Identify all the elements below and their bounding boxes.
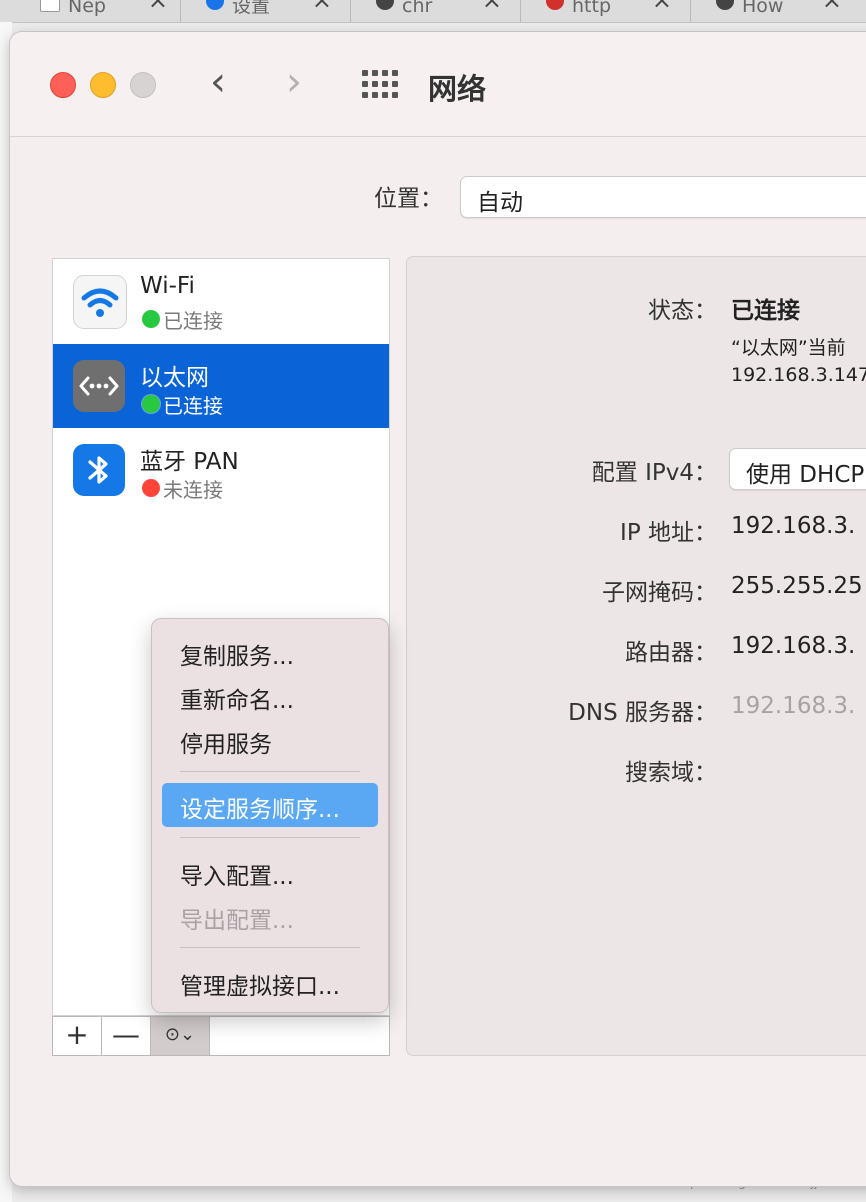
menu-item-export-configurations: 导出配置... — [180, 908, 294, 934]
menu-item-set-service-order[interactable]: 设定服务顺序... — [162, 783, 378, 827]
action-menu-button[interactable]: ⊙⌄ — [151, 1017, 210, 1055]
minimize-window-button[interactable] — [90, 72, 116, 98]
location-select[interactable]: 自动 — [460, 176, 866, 218]
subnet-mask-label: 子网掩码： — [602, 580, 717, 606]
tab-divider — [180, 0, 181, 22]
status-dot — [142, 479, 160, 497]
status-note: “以太网”当前 — [731, 337, 846, 359]
dns-server-value: 192.168.3. — [731, 693, 856, 719]
browser-tab-strip: Nep × 设置 × chr × http × How × — [0, 0, 866, 23]
configure-ipv4-value: 使用 DHCP — [746, 462, 865, 488]
menu-item-duplicate-service[interactable]: 复制服务... — [180, 637, 294, 671]
service-item-ethernet[interactable]: 以太网 已连接 — [53, 344, 389, 428]
service-status: 未连接 — [163, 478, 223, 502]
status-dot — [142, 395, 160, 413]
back-button[interactable]: ‹ — [210, 60, 226, 104]
globe-icon — [376, 0, 394, 10]
service-name: Wi-Fi — [140, 273, 195, 299]
menu-item-disable-service[interactable]: 停用服务 — [180, 725, 272, 759]
close-icon[interactable]: × — [482, 0, 502, 12]
ip-address-value: 192.168.3. — [731, 513, 856, 539]
browser-tab[interactable]: chr × — [376, 0, 502, 22]
menu-item-manage-virtual-interfaces[interactable]: 管理虚拟接口... — [180, 967, 340, 1001]
close-icon[interactable]: × — [148, 0, 168, 12]
location-label: 位置： — [374, 186, 443, 212]
status-note-ip: 192.168.3.147 — [731, 364, 866, 386]
service-status: 已连接 — [163, 309, 223, 333]
ethernet-icon — [73, 360, 125, 412]
browser-tab-label: chr — [402, 0, 433, 17]
grid-doc-icon — [40, 0, 60, 12]
gear-icon — [206, 0, 224, 10]
service-detail-panel: 状态： 已连接 “以太网”当前 192.168.3.147 配置 IPv4： 使… — [406, 256, 866, 1056]
menu-item-label: 设定服务顺序... — [180, 797, 340, 823]
window-title: 网络 — [428, 72, 487, 106]
browser-tab[interactable]: 设置 × — [206, 0, 332, 22]
show-all-grid-icon[interactable] — [362, 70, 398, 98]
action-popup-menu: 复制服务... 重新命名... 停用服务 设定服务顺序... 导入配置... 导… — [151, 618, 389, 1013]
location-value: 自动 — [477, 190, 523, 216]
status-value: 已连接 — [731, 298, 800, 324]
status-label: 状态： — [648, 298, 717, 324]
tab-divider — [350, 0, 351, 22]
browser-tab-label: Nep — [68, 0, 106, 17]
status-dot — [142, 310, 160, 328]
configure-ipv4-label: 配置 IPv4： — [591, 460, 717, 486]
configure-ipv4-select[interactable]: 使用 DHCP — [729, 448, 866, 490]
subnet-mask-value: 255.255.25 — [731, 573, 863, 599]
menu-separator — [180, 837, 360, 838]
add-service-button[interactable]: + — [53, 1017, 102, 1055]
service-name: 蓝牙 PAN — [140, 449, 239, 475]
title-bar: ‹ › 网络 — [10, 32, 866, 137]
network-preferences-window: ‹ › 网络 位置： 自动 Wi-Fi 已连接 以太网 已连接 蓝牙 PAN 未… — [10, 32, 866, 1186]
swirl-icon — [546, 0, 564, 10]
service-item-wifi[interactable]: Wi-Fi 已连接 — [53, 259, 389, 343]
forward-button[interactable]: › — [286, 60, 302, 104]
browser-tab[interactable]: http × — [546, 0, 672, 22]
browser-tab-label: How — [742, 0, 784, 17]
menu-separator — [180, 771, 360, 772]
tab-divider — [690, 0, 691, 22]
bluetooth-icon — [73, 444, 125, 496]
globe-icon — [716, 0, 734, 10]
close-icon[interactable]: × — [652, 0, 672, 12]
ip-address-label: IP 地址： — [620, 520, 717, 546]
service-list-toolbar: + — ⊙⌄ — [52, 1016, 390, 1056]
browser-tab[interactable]: How × — [716, 0, 842, 22]
search-domains-label: 搜索域： — [625, 760, 717, 786]
remove-service-button[interactable]: — — [102, 1017, 151, 1055]
menu-item-rename-service[interactable]: 重新命名... — [180, 681, 294, 715]
menu-separator — [180, 947, 360, 948]
zoom-window-button[interactable] — [130, 72, 156, 98]
menu-item-import-configurations[interactable]: 导入配置... — [180, 857, 294, 891]
close-icon[interactable]: × — [312, 0, 332, 12]
browser-tab-label: http — [572, 0, 612, 17]
dns-server-label: DNS 服务器： — [568, 700, 717, 726]
wifi-icon — [73, 275, 127, 329]
tab-divider — [520, 0, 521, 22]
service-item-bluetooth-pan[interactable]: 蓝牙 PAN 未连接 — [53, 428, 389, 512]
close-window-button[interactable] — [50, 72, 76, 98]
browser-tab-label: 设置 — [232, 0, 271, 17]
browser-tab[interactable]: Nep × — [40, 0, 168, 22]
service-name: 以太网 — [140, 365, 209, 391]
close-icon[interactable]: × — [822, 0, 842, 12]
router-label: 路由器： — [625, 640, 717, 666]
router-value: 192.168.3. — [731, 633, 856, 659]
service-status: 已连接 — [163, 394, 223, 418]
